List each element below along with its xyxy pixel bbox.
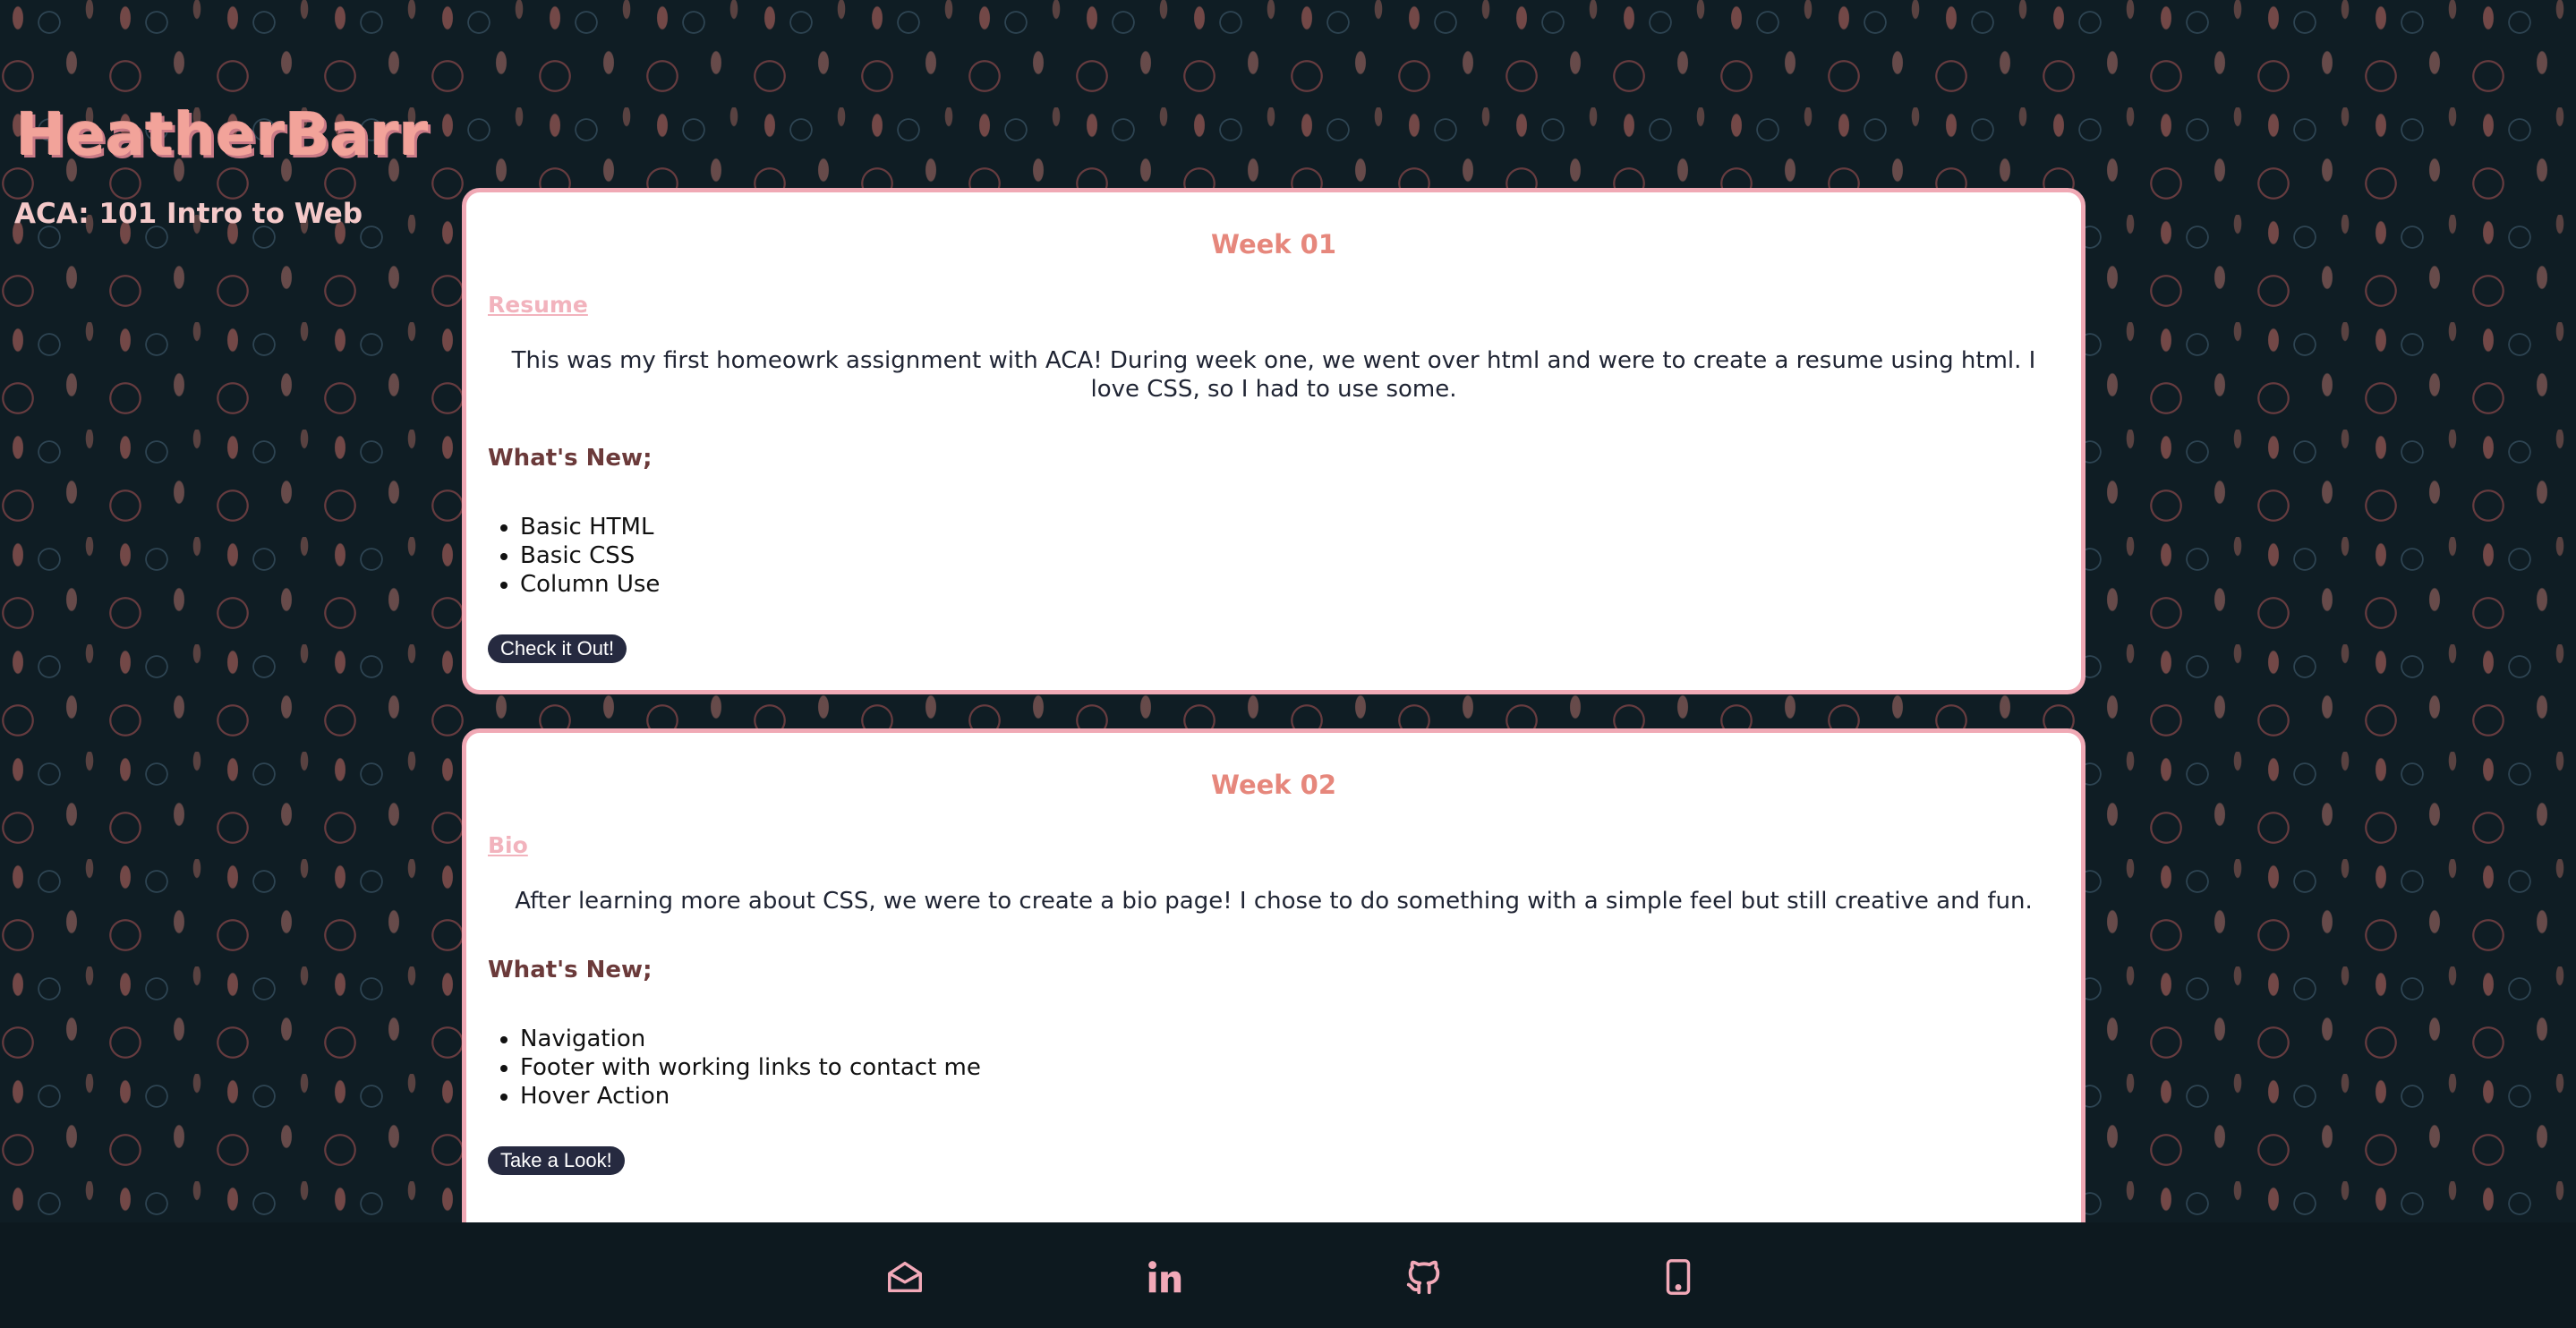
feature-item: Footer with working links to contact me [520, 1053, 2060, 1082]
feature-item: Hover Action [520, 1082, 2060, 1111]
email-icon[interactable] [884, 1256, 925, 1298]
whats-new-heading: What's New; [488, 445, 653, 472]
project-link-resume[interactable]: Resume [488, 294, 588, 316]
week-card: Week 02 Bio After learning more about CS… [462, 728, 2086, 1265]
weeks-list: Week 01 Resume This was my first homeowr… [462, 188, 2086, 1299]
brand-header: HeatherBarr ACA: 101 Intro to Web [14, 106, 428, 230]
github-icon[interactable] [1403, 1256, 1445, 1298]
feature-item: Column Use [520, 570, 2060, 599]
project-link-bio[interactable]: Bio [488, 834, 528, 856]
phone-icon[interactable] [1658, 1256, 1699, 1298]
week-description: After learning more about CSS, we were t… [515, 888, 2033, 915]
feature-item: Basic CSS [520, 541, 2060, 570]
site-subtitle: ACA: 101 Intro to Web [14, 198, 363, 230]
site-title[interactable]: HeatherBarr [16, 106, 428, 165]
whats-new-heading: What's New; [488, 957, 653, 983]
week-card: Week 01 Resume This was my first homeowr… [462, 188, 2086, 694]
take-a-look-button[interactable]: Take a Look! [488, 1146, 625, 1175]
week-title: Week 01 [1210, 229, 1337, 260]
feature-item: Basic HTML [520, 513, 2060, 541]
week-title: Week 02 [1210, 770, 1337, 800]
feature-list: Basic HTML Basic CSS Column Use [488, 513, 2060, 599]
feature-item: Navigation [520, 1025, 2060, 1053]
linkedin-icon[interactable] [1144, 1256, 1185, 1298]
site-footer [0, 1222, 2576, 1328]
week-description: This was my first homeowrk assignment wi… [511, 347, 2036, 403]
check-it-out-button[interactable]: Check it Out! [488, 634, 627, 663]
feature-list: Navigation Footer with working links to … [488, 1025, 2060, 1111]
